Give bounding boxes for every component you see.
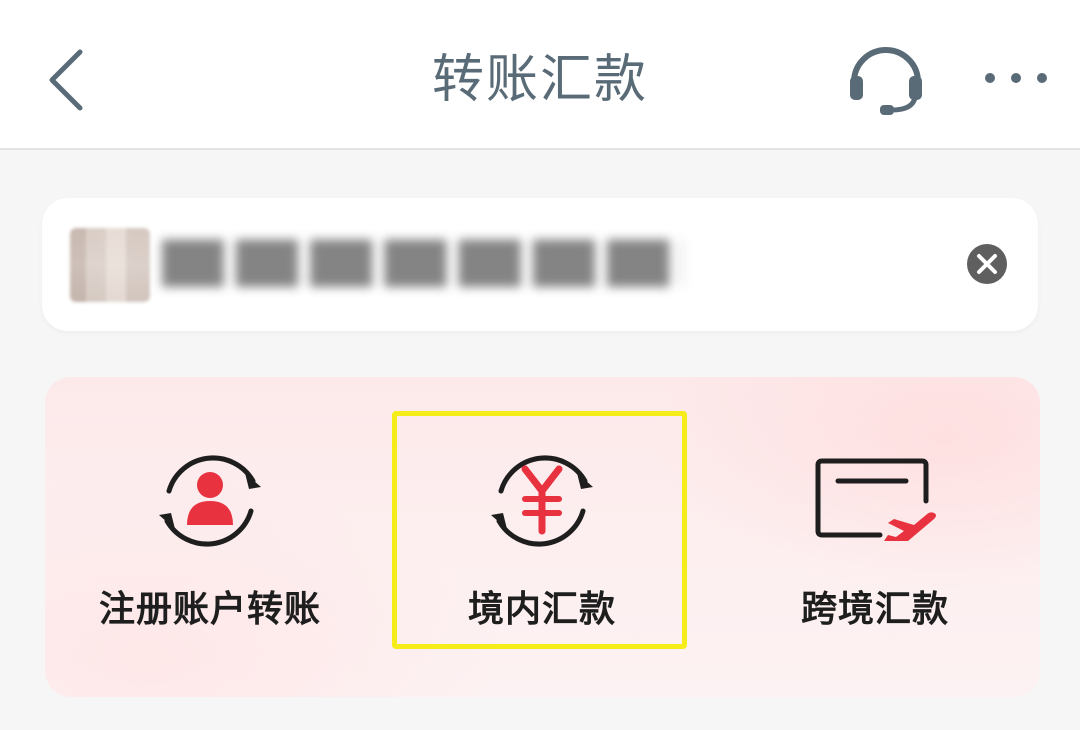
yuan-exchange-icon <box>491 455 593 547</box>
action-label: 注册账户转账 <box>98 589 321 630</box>
cross-border-remittance-button[interactable]: 跨境汇款 <box>715 377 1035 697</box>
action-label: 境内汇款 <box>467 589 616 630</box>
blurred-thumbnail <box>70 228 150 302</box>
domestic-remittance-button[interactable]: 境内汇款 <box>382 377 702 697</box>
close-circle-icon <box>967 244 1007 284</box>
action-label: 跨境汇款 <box>800 589 949 630</box>
registered-account-transfer-button[interactable]: 注册账户转账 <box>50 377 370 697</box>
headset-icon <box>850 47 922 115</box>
cross-border-plane-icon <box>815 458 936 541</box>
more-options-button[interactable] <box>978 56 1054 100</box>
top-nav-bar: 转账汇款 <box>0 0 1080 150</box>
notice-text: ██ ██ ██ ██ ██ ██ ██ ██ <box>162 234 682 294</box>
notice-banner[interactable]: ██ ██ ██ ██ ██ ██ ██ ██ <box>42 198 1038 331</box>
chevron-left-icon <box>49 49 83 111</box>
back-button[interactable] <box>36 40 106 120</box>
blurred-text: ██ ██ ██ ██ ██ ██ ██ ██ <box>162 241 682 287</box>
transfer-actions-panel: 注册账户转账 境内汇款 跨境汇款 <box>45 377 1040 697</box>
person-exchange-icon <box>159 455 261 547</box>
notice-close-button[interactable] <box>966 243 1008 285</box>
more-dots-icon <box>985 73 1047 83</box>
customer-service-button[interactable] <box>840 36 932 120</box>
